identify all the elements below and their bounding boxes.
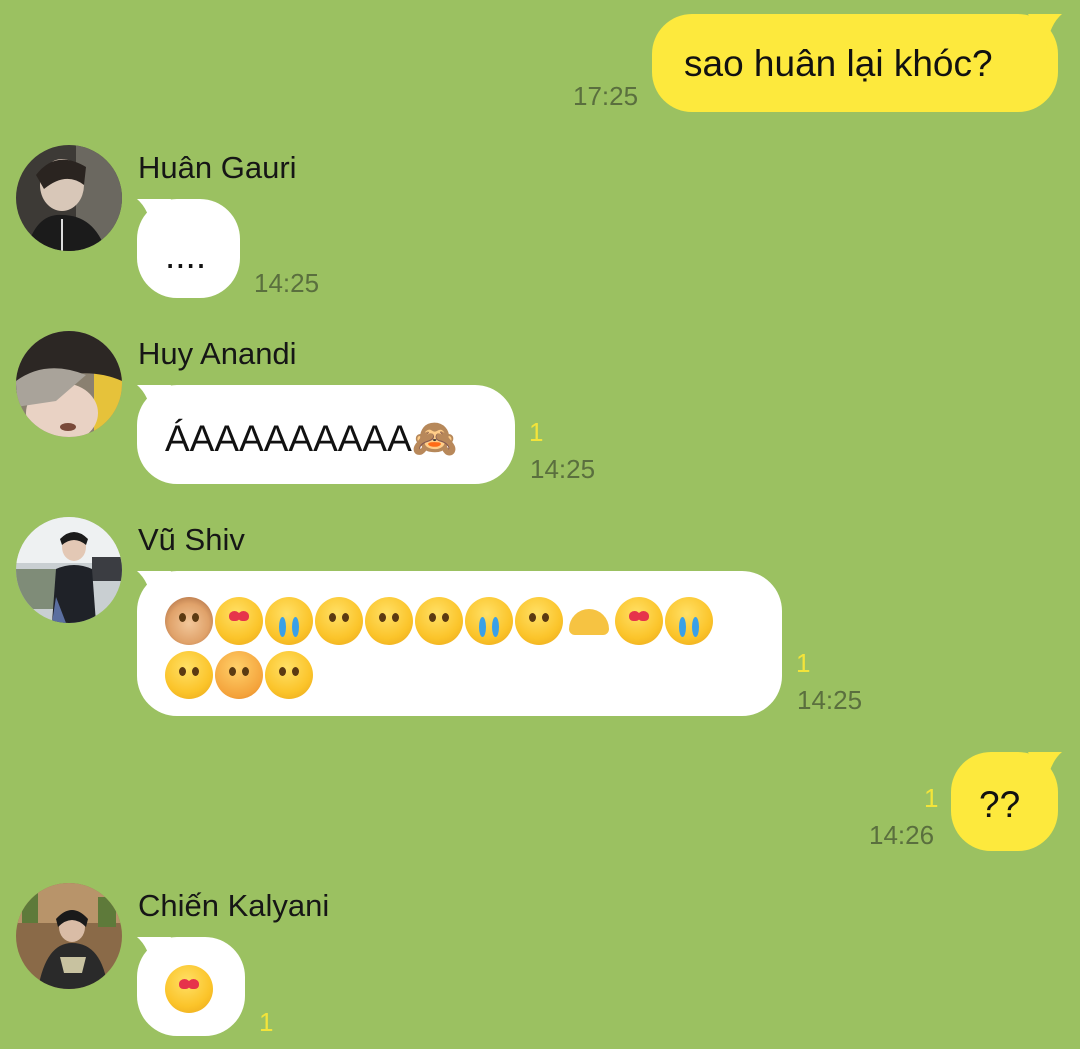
sender-name: Huân Gauri bbox=[138, 150, 297, 185]
message-text: ÁAAAAAAAAA🙈 bbox=[165, 418, 458, 459]
bubble-tail bbox=[1028, 14, 1062, 48]
smiling-face-with-hearts-icon bbox=[165, 965, 213, 1013]
heart-eyes-icon bbox=[215, 597, 263, 645]
unread-count: 1 bbox=[529, 417, 544, 447]
heart-hands-icon bbox=[565, 597, 613, 645]
loudly-crying-icon bbox=[265, 597, 313, 645]
message-timestamp: 14:25 bbox=[797, 685, 863, 715]
avatar[interactable] bbox=[16, 145, 122, 251]
sender-name: Vũ Shiv bbox=[138, 522, 245, 557]
avatar[interactable] bbox=[16, 883, 122, 989]
bubble-tail bbox=[1028, 752, 1062, 786]
pleading-face-icon bbox=[165, 651, 213, 699]
message-text: .... bbox=[165, 235, 207, 276]
unread-count: 1 bbox=[924, 783, 939, 813]
message-bubble[interactable]: ÁAAAAAAAAA🙈 bbox=[137, 385, 515, 484]
exhaling-face-icon bbox=[265, 651, 313, 699]
bubble-tail bbox=[137, 571, 171, 605]
bubble-tail bbox=[137, 199, 171, 233]
heart-eyes-icon bbox=[615, 597, 663, 645]
unread-count: 1 bbox=[259, 1007, 274, 1037]
bubble-tail bbox=[137, 385, 171, 419]
halo-face-icon bbox=[365, 597, 413, 645]
smiling-tear-icon bbox=[465, 597, 513, 645]
message-timestamp: 14:25 bbox=[530, 454, 596, 484]
emoji-row bbox=[165, 597, 713, 645]
see-no-evil-monkey-icon bbox=[165, 597, 213, 645]
raised-eyebrow-icon bbox=[415, 597, 463, 645]
message-timestamp: 14:25 bbox=[254, 268, 320, 298]
bubble-tail bbox=[137, 937, 171, 971]
message-bubble[interactable] bbox=[137, 571, 782, 716]
unread-count: 1 bbox=[796, 648, 811, 678]
angry-face-icon bbox=[215, 651, 263, 699]
message-bubble[interactable]: sao huân lại khóc? bbox=[652, 14, 1058, 112]
avatar[interactable] bbox=[16, 517, 122, 623]
avatar[interactable] bbox=[16, 331, 122, 437]
grinning-face-icon bbox=[315, 597, 363, 645]
message-timestamp: 14:26 bbox=[869, 820, 935, 850]
message-timestamp: 17:25 bbox=[573, 81, 639, 111]
crying-face-icon bbox=[665, 597, 713, 645]
sender-name: Chiến Kalyani bbox=[138, 888, 330, 923]
message-text: ?? bbox=[979, 784, 1021, 825]
sender-name: Huy Anandi bbox=[138, 336, 297, 371]
emoji-row bbox=[165, 651, 313, 699]
relieved-face-icon bbox=[515, 597, 563, 645]
message-text: sao huân lại khóc? bbox=[684, 43, 993, 84]
